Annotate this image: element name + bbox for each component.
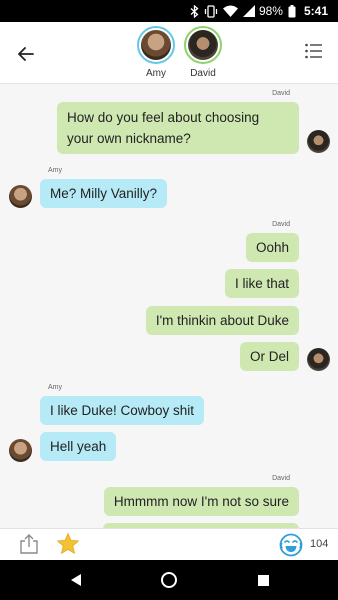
- message-text: I like Duke! Cowboy shit: [50, 403, 195, 418]
- message-text: Oohh: [255, 240, 289, 255]
- action-bar: 104: [0, 528, 338, 560]
- nav-back-button[interactable]: [66, 570, 86, 590]
- message-bubble[interactable]: Or Del: [239, 342, 299, 371]
- message-text: Hell yeah: [50, 439, 107, 454]
- message-text: Me? Milly Vanilly?: [50, 186, 158, 201]
- message-text: I like that: [234, 276, 289, 291]
- star-icon: [56, 532, 80, 555]
- message-bubble[interactable]: Me? Milly Vanilly?: [40, 179, 168, 208]
- message-text: How do you feel about choosing: [67, 110, 260, 125]
- sender-label: Amy: [48, 384, 62, 391]
- nav-home-button[interactable]: [159, 570, 179, 590]
- participant-david[interactable]: David: [181, 26, 225, 79]
- message-text: Hmmmm now I'm not so sure: [113, 494, 289, 509]
- back-button[interactable]: [14, 42, 38, 66]
- avatar[interactable]: [9, 439, 32, 462]
- message-bubble[interactable]: Hmmmm now I'm not so sure: [103, 487, 299, 516]
- menu-button[interactable]: [304, 42, 326, 64]
- share-button[interactable]: [18, 533, 40, 555]
- message-bubble[interactable]: I'm thinkin about Duke: [145, 306, 299, 335]
- status-bar: 98% 5:41: [0, 0, 338, 22]
- avatar[interactable]: [307, 130, 330, 153]
- avatar: [141, 30, 171, 60]
- laugh-count: 104: [310, 538, 329, 550]
- chat-header: Amy David: [0, 22, 338, 84]
- avatar[interactable]: [9, 185, 32, 208]
- vibrate-icon: [204, 4, 218, 18]
- message-bubble[interactable]: Hell yeah: [40, 432, 117, 461]
- message-text: Or Del: [249, 349, 289, 364]
- clock: 5:41: [303, 4, 328, 18]
- avatar: [188, 30, 218, 60]
- circle-home-icon: [161, 572, 177, 588]
- sender-label: David: [272, 475, 290, 482]
- participant-amy[interactable]: Amy: [134, 26, 178, 79]
- message-text: I'm thinkin about Duke: [155, 313, 289, 328]
- message-text: your own nickname?: [67, 131, 191, 146]
- participant-name: Amy: [146, 68, 166, 79]
- favorite-button[interactable]: [56, 532, 80, 556]
- avatar-ring: [137, 26, 175, 64]
- navigation-bar: [0, 560, 338, 600]
- bluetooth-icon: [190, 4, 199, 18]
- sender-label: David: [272, 221, 290, 228]
- wifi-icon: [222, 5, 238, 17]
- sender-label: Amy: [48, 167, 62, 174]
- sender-label: David: [272, 90, 290, 97]
- laugh-reaction-button[interactable]: [279, 533, 303, 557]
- square-recents-icon: [257, 574, 269, 586]
- arrow-left-icon: [18, 47, 34, 61]
- message-list[interactable]: David How do you feel about choosing you…: [0, 84, 338, 528]
- battery-icon: [288, 4, 296, 18]
- share-icon: [20, 534, 38, 554]
- avatar[interactable]: [307, 348, 330, 371]
- signal-icon: [242, 5, 255, 17]
- triangle-back-icon: [71, 574, 81, 586]
- battery-percent: 98%: [258, 4, 283, 18]
- laughing-face-icon: [279, 533, 303, 557]
- avatar-ring: [184, 26, 222, 64]
- message-bubble[interactable]: How do you feel about choosing your own …: [57, 102, 299, 154]
- list-icon: [305, 43, 322, 59]
- message-bubble[interactable]: Oohh: [245, 233, 299, 262]
- participant-name: David: [190, 68, 216, 79]
- nav-recents-button[interactable]: [253, 570, 273, 590]
- message-bubble[interactable]: I like that: [224, 269, 299, 298]
- message-bubble[interactable]: I like Duke! Cowboy shit: [40, 396, 205, 425]
